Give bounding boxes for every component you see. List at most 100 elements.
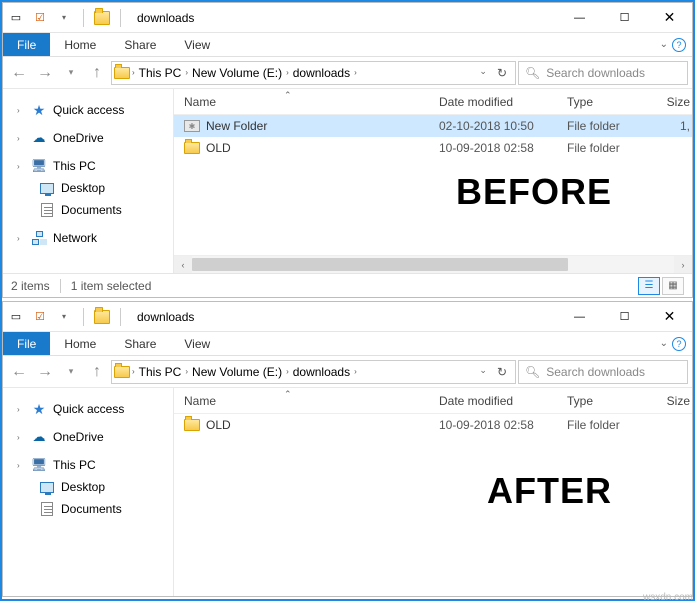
collapse-ribbon-icon[interactable]: ⌄ [660,338,668,349]
nav-label: OneDrive [53,430,104,444]
chevron-right-icon[interactable]: › [17,461,25,470]
search-input[interactable]: 🔍︎Search downloads [518,61,688,85]
cell-date: 02-10-2018 10:50 [439,119,567,133]
icons-view-button[interactable]: ▦ [662,277,684,295]
properties-icon[interactable]: ▭ [7,308,25,326]
chevron-right-icon[interactable]: › [284,367,291,376]
chevron-right-icon[interactable]: › [130,68,137,77]
chevron-right-icon[interactable]: › [17,433,25,442]
nav-desktop[interactable]: Desktop [3,177,173,199]
chevron-right-icon[interactable]: › [352,68,359,77]
minimize-button[interactable]: — [557,3,602,32]
nav-documents[interactable]: Documents [3,498,173,520]
chevron-right-icon[interactable]: › [17,405,25,414]
scroll-right-icon[interactable]: › [674,256,692,273]
file-row[interactable]: OLD10-09-2018 02:58File folder [174,137,692,159]
chevron-right-icon[interactable]: › [183,68,190,77]
details-view-button[interactable]: ☰ [638,277,660,295]
help-icon[interactable]: ? [672,337,686,351]
close-button[interactable]: ✕ [647,302,692,331]
collapse-ribbon-icon[interactable]: ⌄ [660,39,668,50]
up-button[interactable]: ↑ [85,360,109,384]
breadcrumb[interactable]: This PC [137,365,184,379]
chevron-right-icon[interactable]: › [17,162,25,171]
ribbon-tab-view[interactable]: View [170,33,224,56]
breadcrumb[interactable]: New Volume (E:) [190,66,284,80]
breadcrumb[interactable]: New Volume (E:) [190,365,284,379]
chevron-right-icon[interactable]: › [130,367,137,376]
maximize-button[interactable]: ☐ [602,3,647,32]
recent-locations-icon[interactable]: ▾ [59,360,83,384]
recent-locations-icon[interactable]: ▾ [59,61,83,85]
up-button[interactable]: ↑ [85,61,109,85]
check-icon[interactable]: ☑ [31,308,49,326]
forward-button[interactable]: → [33,61,57,85]
scroll-thumb[interactable] [192,258,568,271]
minimize-button[interactable]: — [557,302,602,331]
dropdown-icon[interactable]: ⌄ [475,66,491,80]
address-bar[interactable]: ›This PC›New Volume (E:)›downloads›⌄↻ [111,360,516,384]
column-name[interactable]: Name⌃ [174,95,439,109]
column-size[interactable]: Sizе [662,394,692,408]
scroll-left-icon[interactable]: ‹ [174,256,192,273]
column-name[interactable]: Name⌃ [174,394,439,408]
dropdown-icon[interactable]: ⌄ [475,365,491,379]
maximize-button[interactable]: ☐ [602,302,647,331]
nav-onedrive[interactable]: ›☁OneDrive [3,127,173,149]
ribbon-tab-share[interactable]: Share [110,33,170,56]
address-actions: ⌄↻ [475,66,513,80]
forward-button[interactable]: → [33,360,57,384]
chevron-right-icon[interactable]: › [17,234,25,243]
nav-this-pc[interactable]: ›🖥This PC [3,155,173,177]
nav-quick-access[interactable]: ›★Quick access [3,398,173,420]
search-icon: 🔍︎ [525,66,540,80]
column-type[interactable]: Type [567,95,662,109]
nav-onedrive[interactable]: ›☁OneDrive [3,426,173,448]
ribbon-tab-view[interactable]: View [170,332,224,355]
nav-documents[interactable]: Documents [3,199,173,221]
chevron-right-icon[interactable]: › [183,367,190,376]
chevron-right-icon[interactable]: › [17,106,25,115]
column-type[interactable]: Type [567,394,662,408]
nav-quick-access[interactable]: ›★Quick access [3,99,173,121]
back-button[interactable]: ← [7,360,31,384]
back-button[interactable]: ← [7,61,31,85]
file-row[interactable]: New Folder02-10-2018 10:50File folder1, [174,115,692,137]
column-headers: Name⌃Date modifiedTypeSizе [174,388,692,414]
ribbon-tab-share[interactable]: Share [110,332,170,355]
refresh-icon[interactable]: ↻ [493,365,511,379]
check-icon[interactable]: ☑ [31,9,49,27]
ribbon-tab-home[interactable]: Home [50,33,110,56]
star-icon: ★ [31,102,47,118]
scroll-track[interactable] [192,256,674,273]
search-input[interactable]: 🔍︎Search downloads [518,360,688,384]
nav-desktop[interactable]: Desktop [3,476,173,498]
close-button[interactable]: ✕ [647,3,692,32]
folder-icon [114,65,130,81]
breadcrumb[interactable]: downloads [291,66,352,80]
qat-dropdown-icon[interactable]: ▾ [55,9,73,27]
breadcrumb[interactable]: downloads [291,365,352,379]
separator [120,9,121,27]
qat-dropdown-icon[interactable]: ▾ [55,308,73,326]
nav-network[interactable]: ›Network [3,227,173,249]
address-bar[interactable]: ›This PC›New Volume (E:)›downloads›⌄↻ [111,61,516,85]
column-size[interactable]: Sizе [662,95,692,109]
horizontal-scrollbar[interactable]: ‹› [174,255,692,273]
ribbon-file-tab[interactable]: File [3,332,50,355]
file-row[interactable]: OLD10-09-2018 02:58File folder [174,414,692,436]
column-date[interactable]: Date modified [439,95,567,109]
ribbon-tab-home[interactable]: Home [50,332,110,355]
properties-icon[interactable]: ▭ [7,9,25,27]
column-date[interactable]: Date modified [439,394,567,408]
refresh-icon[interactable]: ↻ [493,66,511,80]
titlebar: ▭☑▾downloads—☐✕ [3,3,692,33]
cell-name: OLD [174,140,439,156]
breadcrumb[interactable]: This PC [137,66,184,80]
nav-this-pc[interactable]: ›🖥This PC [3,454,173,476]
help-icon[interactable]: ? [672,38,686,52]
chevron-right-icon[interactable]: › [284,68,291,77]
chevron-right-icon[interactable]: › [352,367,359,376]
ribbon-file-tab[interactable]: File [3,33,50,56]
chevron-right-icon[interactable]: › [17,134,25,143]
